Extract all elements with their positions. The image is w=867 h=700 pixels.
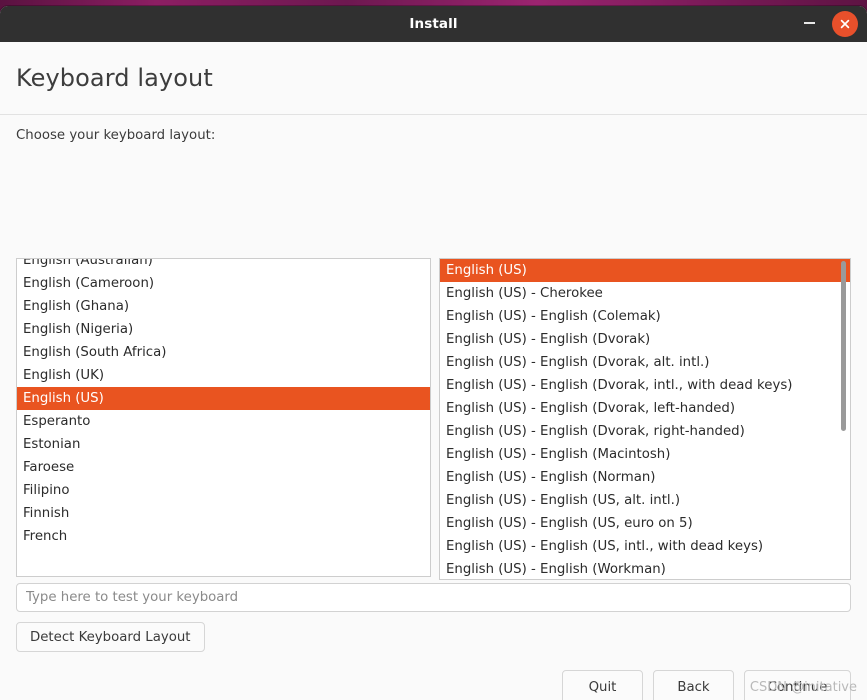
choose-layout-label: Choose your keyboard layout:: [16, 128, 216, 143]
window-title: Install: [409, 16, 458, 32]
keyboard-variants-list-body: English (US) English (US) - Cherokee Eng…: [440, 259, 850, 579]
keyboard-test-input[interactable]: [16, 583, 851, 612]
list-item[interactable]: English (US) - English (Dvorak, alt. int…: [440, 351, 850, 374]
keyboard-lists-row: English (Australian) English (Cameroon) …: [16, 258, 851, 580]
list-item-selected[interactable]: English (US): [440, 259, 850, 282]
list-item[interactable]: English (US) - English (Dvorak, left-han…: [440, 397, 850, 420]
list-item[interactable]: English (US) - English (Workman): [440, 558, 850, 579]
window-titlebar[interactable]: Install: [0, 6, 867, 42]
variants-scrollbar-thumb[interactable]: [841, 261, 846, 431]
list-item[interactable]: English (US) - English (Dvorak, intl., w…: [440, 374, 850, 397]
list-item[interactable]: English (US) - English (Norman): [440, 466, 850, 489]
close-icon: [840, 19, 850, 29]
list-item[interactable]: English (Cameroon): [17, 272, 430, 295]
list-item[interactable]: English (US) - English (US, euro on 5): [440, 512, 850, 535]
list-item[interactable]: English (Ghana): [17, 295, 430, 318]
keyboard-layouts-list-body: English (Australian) English (Cameroon) …: [17, 259, 430, 548]
keyboard-layouts-list[interactable]: English (Australian) English (Cameroon) …: [16, 258, 431, 577]
list-item[interactable]: Finnish: [17, 502, 430, 525]
list-item[interactable]: English (US) - Cherokee: [440, 282, 850, 305]
close-button[interactable]: [832, 11, 858, 37]
minimize-icon: [803, 21, 815, 24]
list-item[interactable]: Filipino: [17, 479, 430, 502]
variants-scrollbar[interactable]: [839, 261, 848, 577]
back-button[interactable]: Back: [653, 670, 734, 700]
list-item[interactable]: English (US) - English (Macintosh): [440, 443, 850, 466]
list-item[interactable]: English (UK): [17, 364, 430, 387]
quit-button[interactable]: Quit: [562, 670, 643, 700]
install-window: Install Keyboard layout Choose your keyb…: [0, 6, 867, 700]
list-item[interactable]: Estonian: [17, 433, 430, 456]
list-item[interactable]: French: [17, 525, 430, 548]
list-item[interactable]: English (Australian): [17, 259, 430, 272]
page-header: Keyboard layout: [0, 42, 867, 115]
list-item[interactable]: English (US) - English (Colemak): [440, 305, 850, 328]
list-item[interactable]: English (South Africa): [17, 341, 430, 364]
watermark: CSDN @initative: [749, 680, 857, 695]
detect-keyboard-layout-button[interactable]: Detect Keyboard Layout: [16, 622, 205, 652]
keyboard-variants-list[interactable]: English (US) English (US) - Cherokee Eng…: [439, 258, 851, 580]
list-item[interactable]: English (US) - English (US, intl., with …: [440, 535, 850, 558]
list-item[interactable]: English (Nigeria): [17, 318, 430, 341]
list-item[interactable]: English (US) - English (Dvorak): [440, 328, 850, 351]
list-item-selected[interactable]: English (US): [17, 387, 430, 410]
list-item[interactable]: Faroese: [17, 456, 430, 479]
list-item[interactable]: English (US) - English (US, alt. intl.): [440, 489, 850, 512]
list-item[interactable]: Esperanto: [17, 410, 430, 433]
window-controls: [796, 6, 858, 42]
page-title: Keyboard layout: [16, 64, 213, 92]
minimize-button[interactable]: [796, 11, 822, 37]
page-content: Choose your keyboard layout: English (Au…: [0, 115, 867, 700]
list-item[interactable]: English (US) - English (Dvorak, right-ha…: [440, 420, 850, 443]
